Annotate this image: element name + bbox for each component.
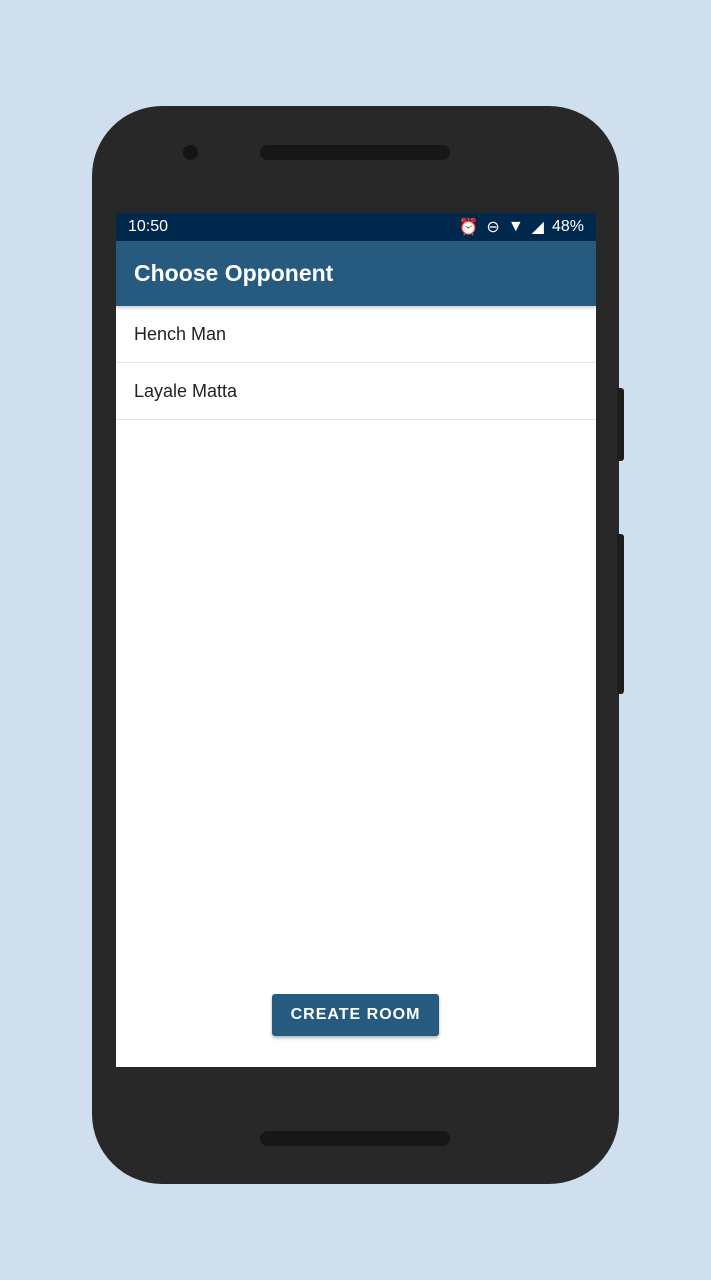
create-room-button[interactable]: CREATE ROOM [272, 994, 439, 1036]
camera [183, 145, 198, 160]
earpiece [260, 145, 450, 160]
wifi-icon: ▼ [507, 218, 524, 235]
signal-icon: ◢ [531, 219, 544, 236]
battery-level: 48% [551, 218, 584, 235]
opponent-name: Hench Man [134, 323, 227, 344]
page-title: Choose Opponent [134, 260, 334, 286]
screen: 10:50 ⏰ ⊖ ▼ ◢ 48% Choose Opponent Hench … [116, 213, 596, 1067]
dnd-icon: ⊖ [486, 219, 500, 236]
alarm-icon: ⏰ [458, 219, 479, 236]
list-item[interactable]: Hench Man [116, 306, 596, 363]
opponent-list: Hench Man Layale Matta [116, 306, 596, 420]
list-item[interactable]: Layale Matta [116, 363, 596, 420]
volume-button[interactable] [617, 534, 624, 694]
status-time: 10:50 [128, 218, 169, 235]
app-bar: Choose Opponent [116, 241, 596, 306]
power-button[interactable] [617, 388, 624, 461]
opponent-name: Layale Matta [134, 380, 238, 401]
speaker [260, 1131, 450, 1146]
status-bar: 10:50 ⏰ ⊖ ▼ ◢ 48% [116, 213, 596, 241]
